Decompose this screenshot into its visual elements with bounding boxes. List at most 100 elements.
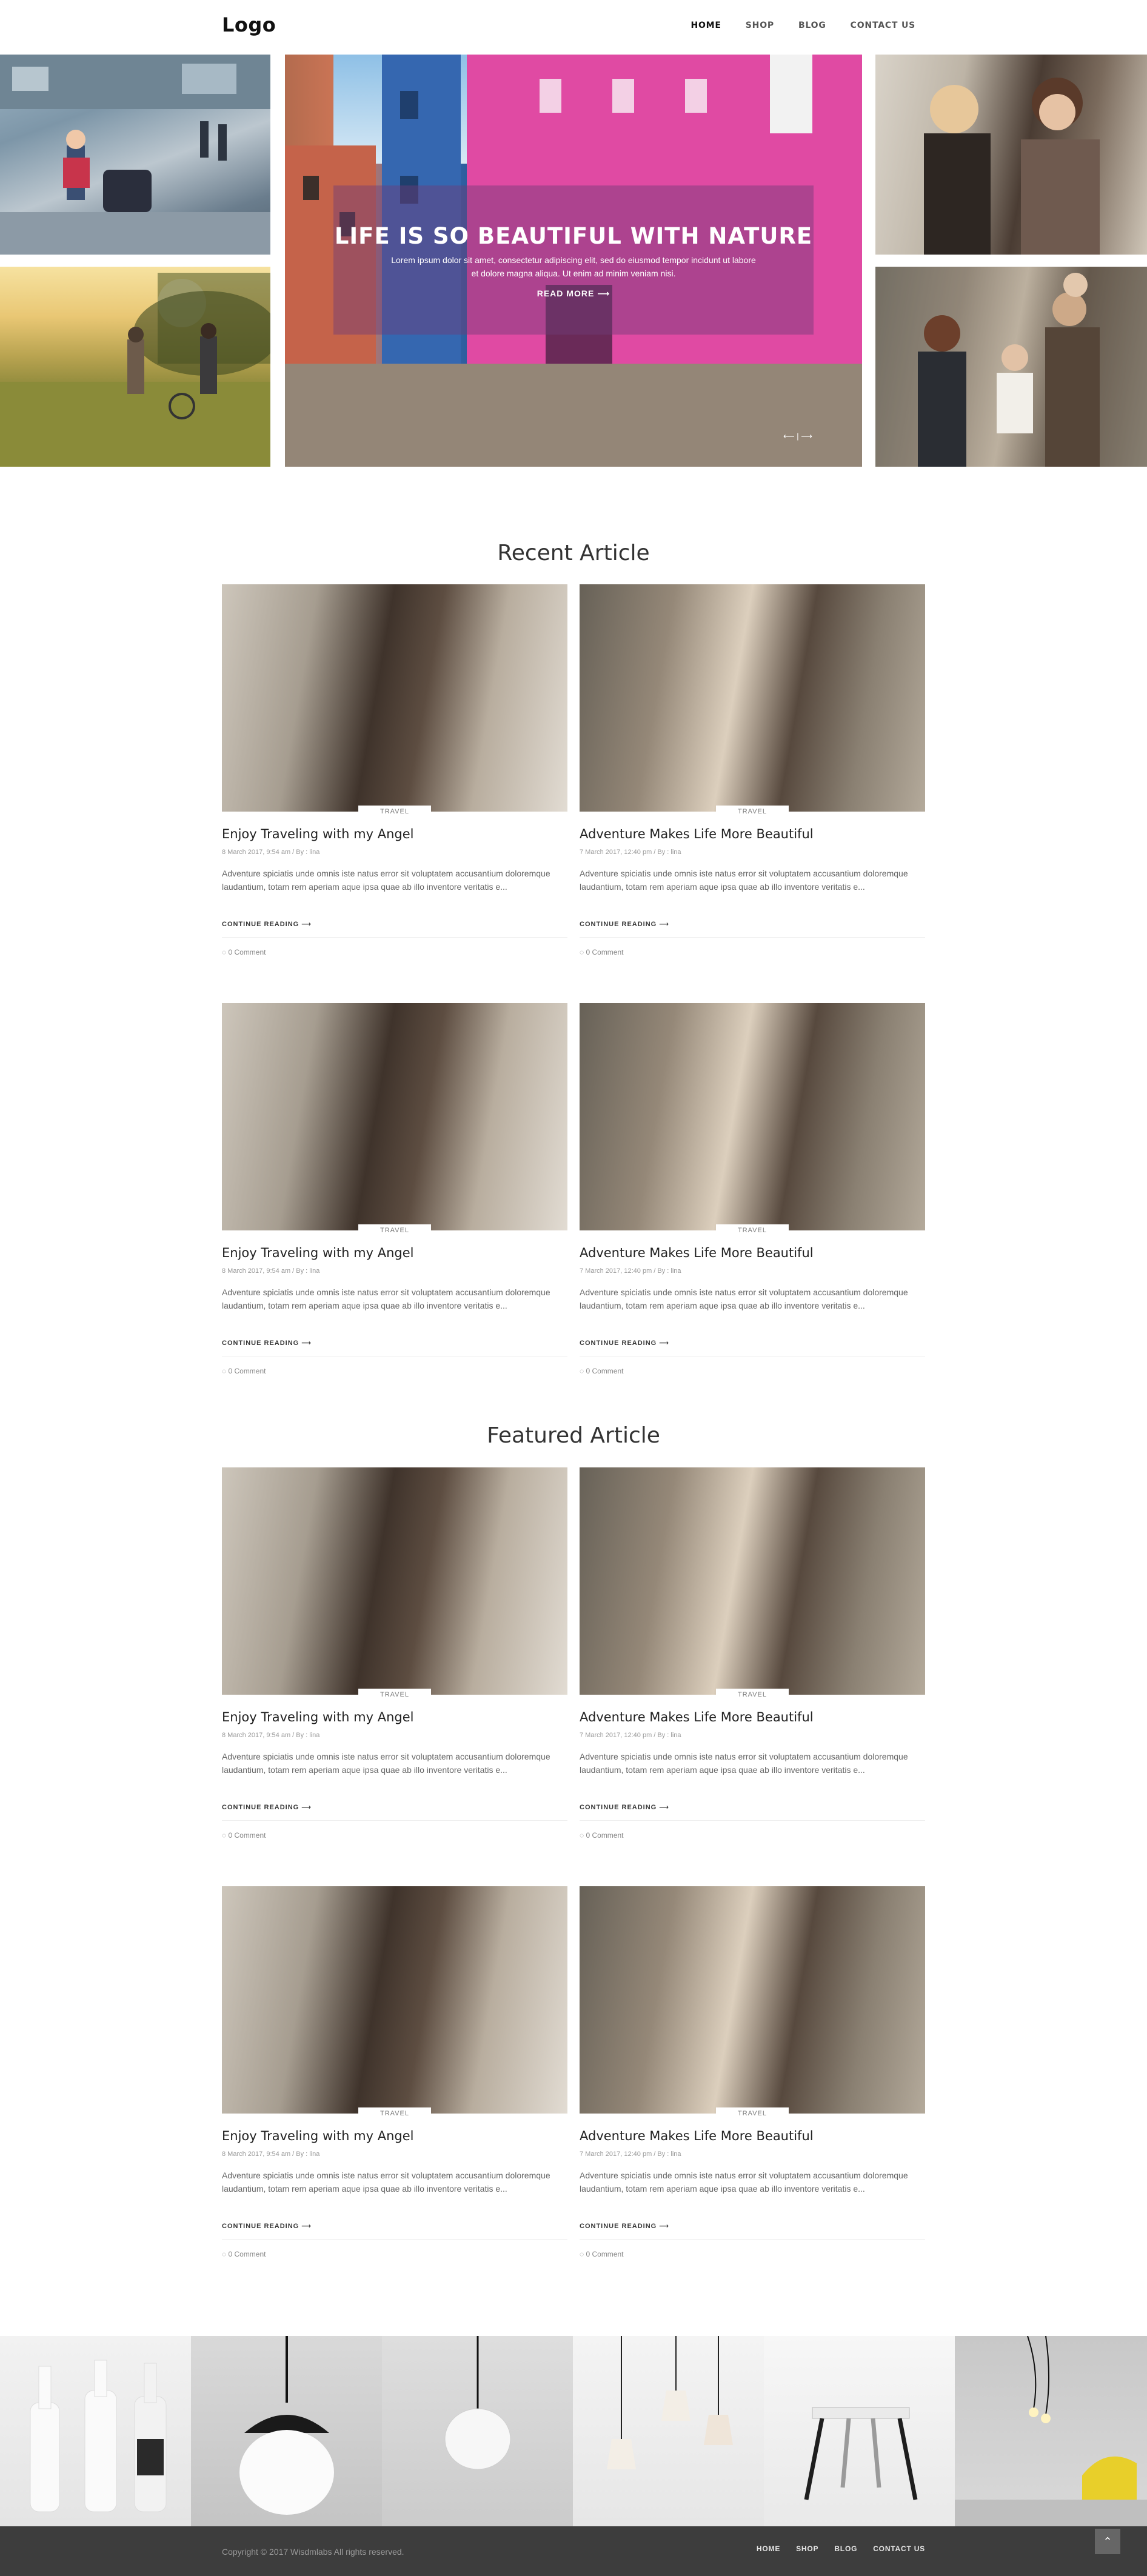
- product-bottles[interactable]: [0, 2336, 191, 2526]
- comment-count[interactable]: ◌ 0 Comment: [222, 1831, 266, 1840]
- article-card: TRAVEL Adventure Makes Life More Beautif…: [580, 584, 925, 960]
- continue-reading-link[interactable]: CONTINUE READING ⟶: [222, 1803, 312, 1811]
- product-stool[interactable]: [764, 2336, 955, 2526]
- cone-lamps-illustration: [607, 2336, 733, 2469]
- article-card: TRAVEL Adventure Makes Life More Beautif…: [580, 1886, 925, 2262]
- main-nav: HOME SHOP BLOG CONTACT US: [691, 21, 915, 30]
- comment-count[interactable]: ◌ 0 Comment: [580, 2250, 624, 2258]
- continue-reading-link[interactable]: CONTINUE READING ⟶: [222, 1339, 312, 1347]
- slider-arrows[interactable]: ⟵ | ⟶: [783, 432, 812, 441]
- footer-nav-home[interactable]: HOME: [757, 2544, 780, 2553]
- article-excerpt: Adventure spiciatis unde omnis iste natu…: [222, 1752, 550, 1775]
- article-image-women[interactable]: [222, 1003, 567, 1230]
- article-meta: 8 March 2017, 9:54 am / By : lina: [222, 1267, 320, 1275]
- card-divider: [222, 2239, 567, 2240]
- article-title[interactable]: Enjoy Traveling with my Angel: [222, 1710, 414, 1724]
- hero-tile-women[interactable]: [875, 55, 1147, 255]
- article-excerpt: Adventure spiciatis unde omnis iste natu…: [580, 869, 908, 892]
- category-badge[interactable]: TRAVEL: [358, 1689, 431, 1701]
- article-image-family[interactable]: [580, 1467, 925, 1695]
- article-title[interactable]: Adventure Makes Life More Beautiful: [580, 827, 814, 841]
- comment-count[interactable]: ◌ 0 Comment: [580, 1367, 624, 1375]
- continue-reading-link[interactable]: CONTINUE READING ⟶: [580, 2222, 669, 2230]
- article-title[interactable]: Enjoy Traveling with my Angel: [222, 827, 414, 841]
- card-divider: [222, 937, 567, 938]
- article-title[interactable]: Enjoy Traveling with my Angel: [222, 2129, 414, 2143]
- bottles-illustration: [30, 2360, 167, 2512]
- article-meta: 8 March 2017, 9:54 am / By : lina: [222, 849, 320, 856]
- continue-reading-link[interactable]: CONTINUE READING ⟶: [580, 920, 669, 928]
- comment-count[interactable]: ◌ 0 Comment: [580, 948, 624, 956]
- back-to-top-icon[interactable]: ⌃: [1095, 2529, 1120, 2554]
- article-excerpt: Adventure spiciatis unde omnis iste natu…: [580, 2171, 908, 2194]
- card-divider: [580, 1820, 925, 1821]
- article-image-family[interactable]: [580, 1003, 925, 1230]
- product-pendant-lamp-white[interactable]: [382, 2336, 573, 2526]
- category-badge[interactable]: TRAVEL: [716, 806, 789, 818]
- article-image-family[interactable]: [580, 584, 925, 812]
- article-card: TRAVEL Adventure Makes Life More Beautif…: [580, 1467, 925, 1843]
- category-badge[interactable]: TRAVEL: [358, 1224, 431, 1236]
- article-meta: 8 March 2017, 9:54 am / By : lina: [222, 2151, 320, 2158]
- article-meta: 8 March 2017, 9:54 am / By : lina: [222, 1732, 320, 1739]
- article-image-women[interactable]: [222, 1467, 567, 1695]
- black-pendant-lamp-illustration: [239, 2336, 334, 2515]
- article-title[interactable]: Enjoy Traveling with my Angel: [222, 1246, 414, 1260]
- footer-nav: HOME SHOP BLOG CONTACT US: [757, 2544, 925, 2553]
- article-title[interactable]: Adventure Makes Life More Beautiful: [580, 2129, 814, 2143]
- site-header: Logo HOME SHOP BLOG CONTACT US: [0, 0, 1147, 55]
- room-lamp-chair-illustration: [955, 2335, 1147, 2526]
- article-excerpt: Adventure spiciatis unde omnis iste natu…: [222, 869, 550, 892]
- product-pendant-lamp-black[interactable]: [191, 2336, 382, 2526]
- footer-nav-blog[interactable]: BLOG: [834, 2544, 857, 2553]
- article-card: TRAVEL Enjoy Traveling with my Angel 8 M…: [222, 1003, 567, 1379]
- continue-reading-link[interactable]: CONTINUE READING ⟶: [222, 920, 312, 928]
- nav-blog[interactable]: BLOG: [798, 21, 826, 30]
- article-excerpt: Adventure spiciatis unde omnis iste natu…: [222, 2171, 550, 2194]
- product-strip: [0, 2335, 1147, 2526]
- category-badge[interactable]: TRAVEL: [358, 2107, 431, 2120]
- comment-count[interactable]: ◌ 0 Comment: [222, 1367, 266, 1375]
- category-badge[interactable]: TRAVEL: [716, 2107, 789, 2120]
- card-divider: [222, 1820, 567, 1821]
- article-title[interactable]: Adventure Makes Life More Beautiful: [580, 1710, 814, 1724]
- family-illustration: [875, 267, 1147, 467]
- category-badge[interactable]: TRAVEL: [716, 1224, 789, 1236]
- nav-shop[interactable]: SHOP: [746, 21, 774, 30]
- article-card: TRAVEL Enjoy Traveling with my Angel 8 M…: [222, 1886, 567, 2262]
- hero-tile-airport[interactable]: [0, 55, 270, 255]
- article-title[interactable]: Adventure Makes Life More Beautiful: [580, 1246, 814, 1260]
- article-image-women[interactable]: [222, 1886, 567, 2114]
- nav-contact[interactable]: CONTACT US: [851, 21, 915, 30]
- article-image-family[interactable]: [580, 1886, 925, 2114]
- category-badge[interactable]: TRAVEL: [358, 806, 431, 818]
- product-room-lamp-chair[interactable]: [955, 2335, 1147, 2526]
- site-logo[interactable]: Logo: [222, 13, 276, 36]
- category-badge[interactable]: TRAVEL: [716, 1689, 789, 1701]
- continue-reading-link[interactable]: CONTINUE READING ⟶: [580, 1803, 669, 1811]
- footer-nav-contact[interactable]: CONTACT US: [873, 2544, 925, 2553]
- product-cone-lamps[interactable]: [573, 2336, 764, 2526]
- comment-count[interactable]: ◌ 0 Comment: [222, 2250, 266, 2258]
- hero-read-more-link[interactable]: READ MORE ⟶: [333, 289, 814, 299]
- card-divider: [580, 2239, 925, 2240]
- continue-reading-link[interactable]: CONTINUE READING ⟶: [580, 1339, 669, 1347]
- article-excerpt: Adventure spiciatis unde omnis iste natu…: [580, 1752, 908, 1775]
- article-card: TRAVEL Enjoy Traveling with my Angel 8 M…: [222, 584, 567, 960]
- hero-tile-family[interactable]: [875, 267, 1147, 467]
- comment-count[interactable]: ◌ 0 Comment: [222, 948, 266, 956]
- comment-count[interactable]: ◌ 0 Comment: [580, 1831, 624, 1840]
- card-divider: [580, 937, 925, 938]
- airport-illustration: [0, 55, 270, 255]
- nav-home[interactable]: HOME: [691, 21, 721, 30]
- article-image-women[interactable]: [222, 584, 567, 812]
- copyright-text: Copyright © 2017 Wisdmlabs All rights re…: [222, 2547, 404, 2557]
- hero-tile-field[interactable]: [0, 267, 270, 467]
- continue-reading-link[interactable]: CONTINUE READING ⟶: [222, 2222, 312, 2230]
- hero-caption-box: LIFE IS SO BEAUTIFUL WITH NATURE Lorem i…: [333, 185, 814, 335]
- article-meta: 7 March 2017, 12:40 pm / By : lina: [580, 1732, 681, 1739]
- recent-article-heading: Recent Article: [497, 541, 650, 566]
- article-card: TRAVEL Enjoy Traveling with my Angel 8 M…: [222, 1467, 567, 1843]
- featured-article-heading: Featured Article: [487, 1423, 660, 1448]
- footer-nav-shop[interactable]: SHOP: [796, 2544, 818, 2553]
